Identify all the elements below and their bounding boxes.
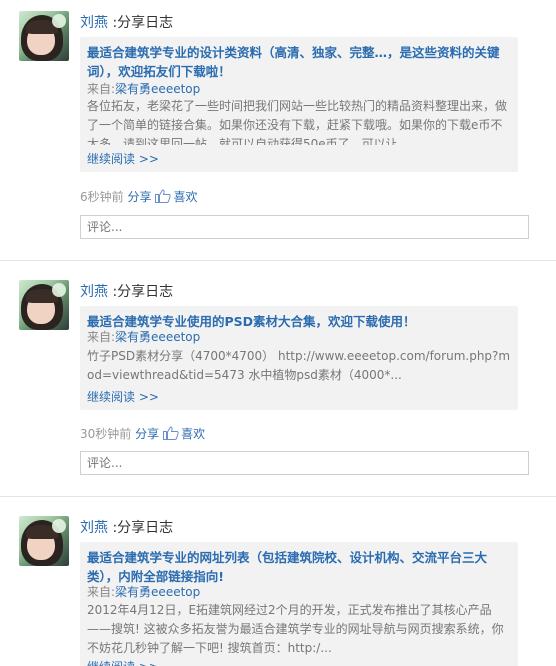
source-line: 来自:梁有勇eeeetop xyxy=(87,329,200,346)
source-link[interactable]: 梁有勇eeeetop xyxy=(115,585,200,599)
read-more-link[interactable]: 继续阅读 >> xyxy=(87,150,159,167)
source-link[interactable]: 梁有勇eeeetop xyxy=(115,82,200,96)
post-time: 6秒钟前 xyxy=(80,190,124,204)
blog-title-link[interactable]: 最适合建筑学专业的设计类资料（高清、独家、完整…，是这些资料的关键词），欢迎拓友… xyxy=(87,43,513,81)
poster-action: :分享日志 xyxy=(108,284,174,300)
thumbs-up-icon xyxy=(163,426,179,443)
avatar[interactable] xyxy=(19,11,69,61)
blog-excerpt: 各位拓友，老梁花了一些时间把我们网站一些比较热门的精品资料整理出来，做了一个简单… xyxy=(87,99,508,145)
shared-blog-card: 最适合建筑学专业的网址列表（包括建筑院校、设计机构、交流平台三大类），内附全部链… xyxy=(80,542,518,666)
comment-input[interactable] xyxy=(80,215,529,239)
poster-name[interactable]: 刘燕 xyxy=(80,15,108,31)
post-meta: 6秒钟前 分享 喜欢 xyxy=(80,188,198,206)
like-link[interactable]: 喜欢 xyxy=(173,190,197,204)
source-link[interactable]: 梁有勇eeeetop xyxy=(115,330,200,344)
read-more-link[interactable]: 继续阅读 >> xyxy=(87,658,159,666)
like-link[interactable]: 喜欢 xyxy=(181,427,205,441)
source-line: 来自:梁有勇eeeetop xyxy=(87,81,200,98)
blog-excerpt: 2012年4月12日，E拓建筑网经过2个月的开发，正式发布推出了其核心产品——搜… xyxy=(87,603,504,655)
source-line: 来自:梁有勇eeeetop xyxy=(87,584,200,601)
post-meta: 30秒钟前 分享 喜欢 xyxy=(80,425,205,443)
poster-action: :分享日志 xyxy=(108,520,174,536)
blog-excerpt: 竹子PSD素材分享（4700*4700） http://www.eeeetop.… xyxy=(87,349,511,382)
share-link[interactable]: 分享 xyxy=(127,190,151,204)
source-prefix: 来自: xyxy=(87,585,116,599)
poster-action: :分享日志 xyxy=(108,15,174,31)
shared-blog-card: 最适合建筑学专业使用的PSD素材大合集，欢迎下载使用！ 来自:梁有勇eeeeto… xyxy=(80,306,518,410)
thumbs-up-icon xyxy=(155,189,172,206)
feed-item: 刘燕 :分享日志 最适合建筑学专业的网址列表（包括建筑院校、设计机构、交流平台三… xyxy=(0,496,556,666)
share-link[interactable]: 分享 xyxy=(135,427,159,441)
source-prefix: 来自: xyxy=(87,82,116,96)
read-more-link[interactable]: 继续阅读 >> xyxy=(87,388,159,405)
avatar[interactable] xyxy=(19,516,69,566)
blog-title-link[interactable]: 最适合建筑学专业的网址列表（包括建筑院校、设计机构、交流平台三大类），内附全部链… xyxy=(87,548,513,586)
comment-input[interactable] xyxy=(80,451,529,475)
shared-blog-card: 最适合建筑学专业的设计类资料（高清、独家、完整…，是这些资料的关键词），欢迎拓友… xyxy=(80,37,518,172)
poster-line: 刘燕 :分享日志 xyxy=(80,12,173,32)
source-prefix: 来自: xyxy=(87,330,116,344)
feed-item: 刘燕 :分享日志 最适合建筑学专业的设计类资料（高清、独家、完整…，是这些资料的… xyxy=(0,0,556,260)
feed-item: 刘燕 :分享日志 最适合建筑学专业使用的PSD素材大合集，欢迎下载使用！ 来自:… xyxy=(0,260,556,496)
poster-line: 刘燕 :分享日志 xyxy=(80,281,173,301)
post-time: 30秒钟前 xyxy=(80,427,132,441)
avatar[interactable] xyxy=(19,280,69,330)
poster-line: 刘燕 :分享日志 xyxy=(80,517,173,537)
poster-name[interactable]: 刘燕 xyxy=(80,520,108,536)
poster-name[interactable]: 刘燕 xyxy=(80,284,108,300)
